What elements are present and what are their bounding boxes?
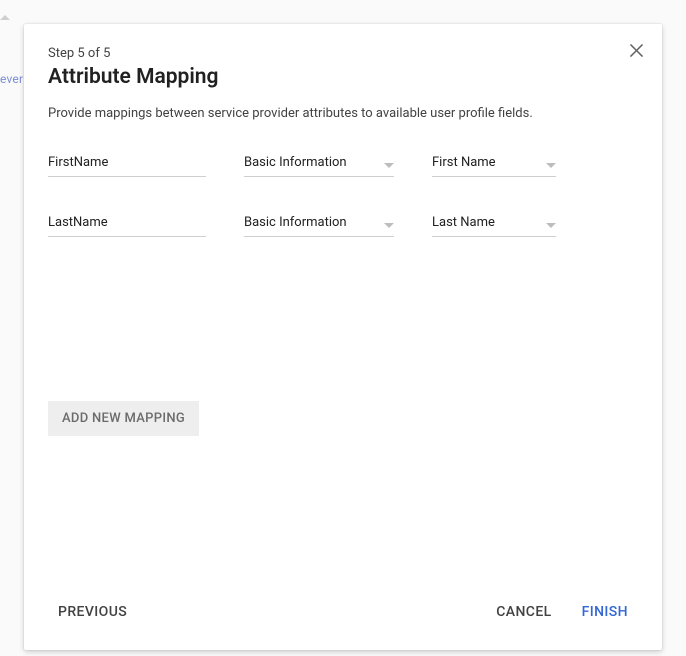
attribute-input[interactable]	[48, 151, 206, 177]
profile-field-select-value: Last Name	[432, 215, 495, 230]
page-backdrop: ever Step 5 of 5 Attribute Mapping Provi…	[0, 0, 686, 656]
category-select[interactable]: Basic Information	[244, 151, 394, 177]
collapse-handle-icon	[0, 8, 10, 18]
category-field: Basic Information	[244, 211, 394, 237]
attribute-field	[48, 211, 206, 237]
chevron-down-icon	[384, 223, 394, 228]
close-button[interactable]	[626, 40, 646, 60]
profile-field: Last Name	[432, 211, 556, 237]
cancel-button[interactable]: CANCEL	[486, 596, 561, 628]
category-select-value: Basic Information	[244, 215, 347, 230]
chevron-down-icon	[546, 163, 556, 168]
chevron-down-icon	[384, 163, 394, 168]
attribute-mapping-dialog: Step 5 of 5 Attribute Mapping Provide ma…	[24, 24, 662, 650]
category-field: Basic Information	[244, 151, 394, 177]
attribute-input[interactable]	[48, 211, 206, 237]
profile-field-select[interactable]: Last Name	[432, 211, 556, 237]
dialog-header: Step 5 of 5 Attribute Mapping	[24, 24, 662, 105]
dialog-description: Provide mappings between service provide…	[48, 105, 638, 123]
previous-button[interactable]: PREVIOUS	[48, 596, 137, 628]
dialog-title: Attribute Mapping	[48, 65, 638, 89]
close-icon	[630, 44, 643, 57]
category-select-value: Basic Information	[244, 155, 347, 170]
profile-field-select-value: First Name	[432, 155, 496, 170]
mapping-row: Basic Information First Name	[48, 151, 638, 177]
finish-button[interactable]: FINISH	[572, 596, 638, 628]
chevron-down-icon	[546, 223, 556, 228]
profile-field-select[interactable]: First Name	[432, 151, 556, 177]
category-select[interactable]: Basic Information	[244, 211, 394, 237]
dialog-footer: PREVIOUS CANCEL FINISH	[24, 578, 662, 650]
dialog-body: Provide mappings between service provide…	[24, 105, 662, 578]
mapping-row: Basic Information Last Name	[48, 211, 638, 237]
background-fragment-text: ever	[0, 72, 23, 86]
add-new-mapping-button[interactable]: ADD NEW MAPPING	[48, 401, 199, 436]
step-label: Step 5 of 5	[48, 46, 638, 61]
profile-field: First Name	[432, 151, 556, 177]
attribute-field	[48, 151, 206, 177]
